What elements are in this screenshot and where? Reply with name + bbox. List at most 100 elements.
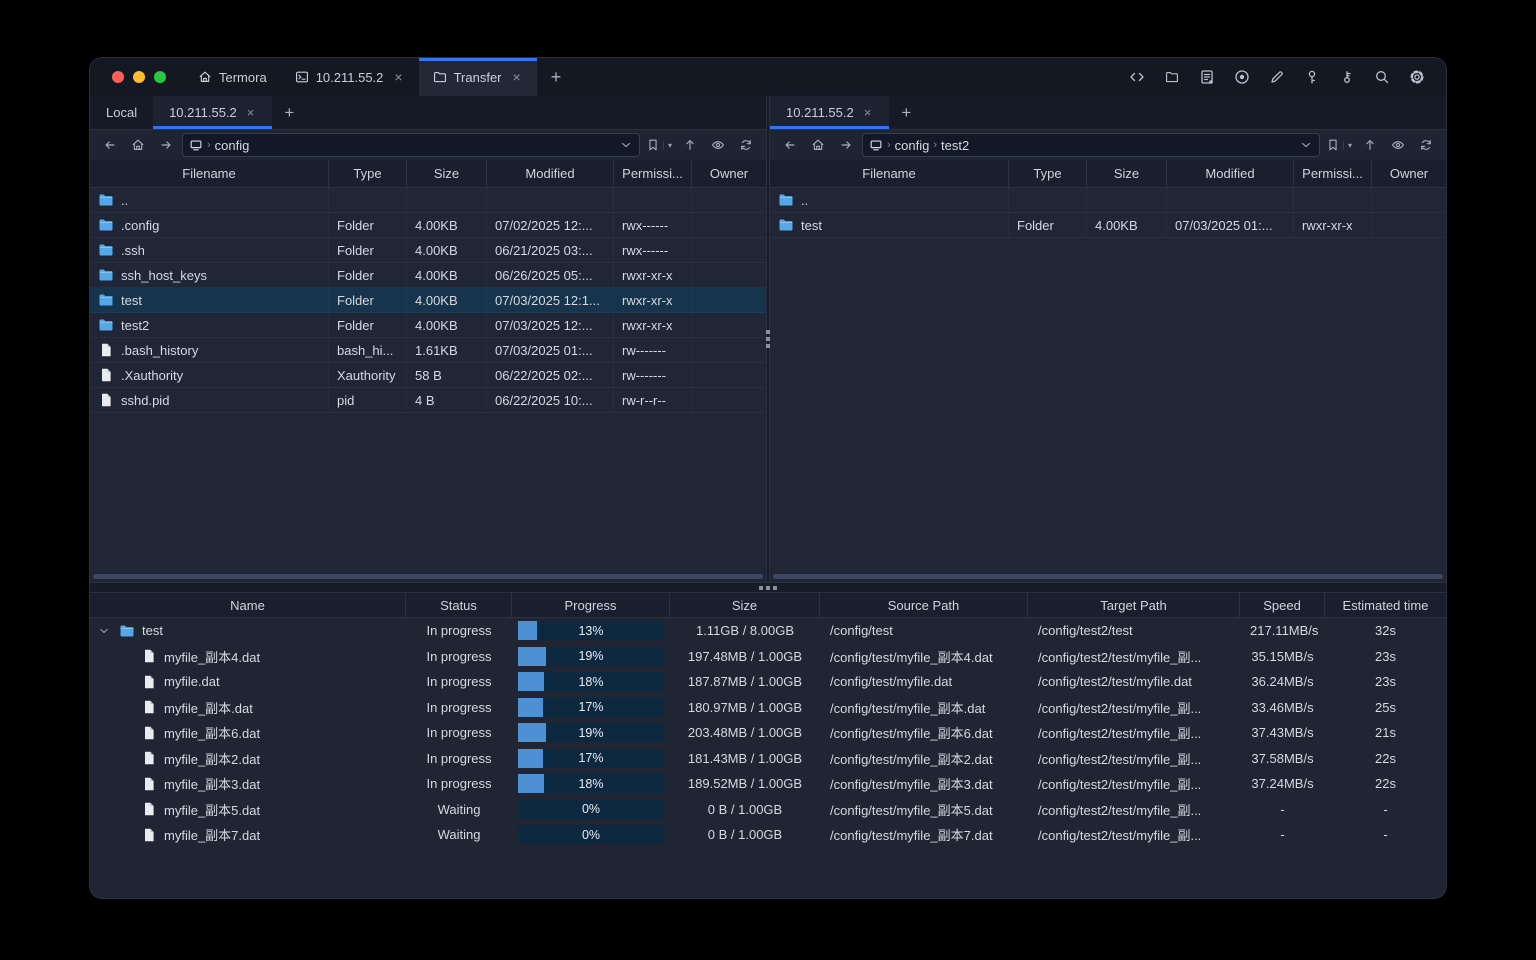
transfer-panel: Name Status Progress Size Source Path Target … [90,593,1446,898]
transfer-row-myfile_副本5.dat[interactable]: myfile_副本5.dat Waiting 0% 0 B / 1.00GB/conf… [90,797,1446,823]
close-icon[interactable]: × [511,69,523,85]
parent-dir-button[interactable] [678,133,702,157]
transfer-speed: 37.58MB/s [1251,750,1314,766]
code-icon[interactable] [1124,64,1150,90]
file-row-test2[interactable]: test2 Folder 4.00KB 07/03/2025 12:... rwxr-x… [90,313,766,338]
path-input[interactable]: › config [182,133,640,157]
file-permissions: rw------- [614,363,692,387]
file-row-ssh_host_keys[interactable]: ssh_host_keys Folder 4.00KB 06/26/2025 05:.… [90,263,766,288]
search-icon[interactable] [1369,64,1395,90]
file-row-.config[interactable]: .config Folder 4.00KB 07/02/2025 12:... rwx-… [90,213,766,238]
path-segment[interactable]: test2 [941,138,969,153]
transfer-row-myfile_副本6.dat[interactable]: myfile_副本6.dat In progress 19% 203.48MB / 1… [90,720,1446,746]
bookmark-button[interactable]: ▾ [1324,138,1354,152]
column-header-filename[interactable]: Filename [770,160,1009,187]
transfer-column-header-estimated-time[interactable]: Estimated time [1325,593,1446,617]
transfer-size: 180.97MB / 1.00GB [687,699,803,715]
file-row-.Xauthority[interactable]: .Xauthority Xauthority 58 B 06/22/2025 02:.… [90,363,766,388]
home-button[interactable] [806,133,830,157]
transfer-row-myfile.dat[interactable]: myfile.dat In progress 18% 187.87MB / 1.00G… [90,669,1446,695]
left-panel-tab-10-211-55-2[interactable]: 10.211.55.2 × [153,96,273,129]
minimize-window-button[interactable] [133,71,145,83]
column-header-type[interactable]: Type [329,160,407,187]
column-header-size[interactable]: Size [407,160,487,187]
bookmark-button[interactable]: ▾ [644,138,674,152]
column-header-type[interactable]: Type [1009,160,1087,187]
column-header-permissi[interactable]: Permissi... [1294,160,1372,187]
refresh-button[interactable] [734,133,758,157]
file-row-.ssh[interactable]: .ssh Folder 4.00KB 06/21/2025 03:... rwx----… [90,238,766,263]
left-panel-new-tab-button[interactable]: + [272,96,306,129]
transfer-row-myfile_副本2.dat[interactable]: myfile_副本2.dat In progress 17% 181.43MB / 1… [90,746,1446,772]
file-type: pid [329,388,407,412]
transfer-row-test[interactable]: test In progress 13% 1.11GB / 8.00GB/config… [90,618,1446,644]
forward-button[interactable] [834,133,858,157]
refresh-button[interactable] [1414,133,1438,157]
file-row-..[interactable]: .. [90,188,766,213]
back-button[interactable] [778,133,802,157]
file-row-test[interactable]: test Folder 4.00KB 07/03/2025 01:... rwxr-xr… [770,213,1446,238]
transfer-speed: 37.43MB/s [1251,725,1314,741]
column-header-size[interactable]: Size [1087,160,1167,187]
transfer-row-myfile_副本3.dat[interactable]: myfile_副本3.dat In progress 18% 189.52MB / 1… [90,771,1446,797]
transfer-column-header-status[interactable]: Status [406,593,512,617]
file-type: Folder [329,313,407,337]
file-row-test[interactable]: test Folder 4.00KB 07/03/2025 12:1... rwxr-x… [90,288,766,313]
close-icon[interactable]: × [245,105,257,120]
column-header-owner[interactable]: Owner [692,160,766,187]
path-segment[interactable]: config [215,138,250,153]
transfer-column-header-size[interactable]: Size [670,593,820,617]
column-header-filename[interactable]: Filename [90,160,329,187]
bookmark-caret-icon[interactable]: ▾ [1342,140,1352,150]
file-row-.bash_history[interactable]: .bash_history bash_hi... 1.61KB 07/03/2025 … [90,338,766,363]
column-header-permissi[interactable]: Permissi... [614,160,692,187]
horizontal-scrollbar[interactable] [93,574,763,579]
column-header-modified[interactable]: Modified [487,160,614,187]
zoom-window-button[interactable] [154,71,166,83]
new-main-tab-button[interactable]: + [537,58,576,96]
right-panel-new-tab-button[interactable]: + [889,96,923,129]
transfer-row-myfile_副本.dat[interactable]: myfile_副本.dat In progress 17% 180.97MB / 1.… [90,695,1446,721]
right-panel-tab-10-211-55-2[interactable]: 10.211.55.2 × [770,96,890,129]
close-icon[interactable]: × [862,105,874,120]
main-tab-transfer[interactable]: Transfer × [418,58,537,96]
folder-icon[interactable] [1159,64,1185,90]
keychain-icon[interactable] [1334,64,1360,90]
show-hidden-button[interactable] [706,133,730,157]
transfer-row-myfile_副本7.dat[interactable]: myfile_副本7.dat Waiting 0% 0 B / 1.00GB/conf… [90,822,1446,848]
record-icon[interactable] [1229,64,1255,90]
forward-button[interactable] [154,133,178,157]
settings-icon[interactable] [1404,64,1430,90]
key-icon[interactable] [1299,64,1325,90]
close-icon[interactable]: × [392,69,404,85]
transfer-column-header-progress[interactable]: Progress [512,593,670,617]
path-dropdown-chevron-icon[interactable] [619,138,633,152]
left-panel-tab-local[interactable]: Local [90,96,153,129]
transfer-column-header-name[interactable]: Name [90,593,406,617]
horizontal-splitter[interactable] [90,582,1446,593]
path-dropdown-chevron-icon[interactable] [1299,138,1313,152]
transfer-column-header-speed[interactable]: Speed [1240,593,1325,617]
horizontal-scrollbar[interactable] [773,574,1443,579]
edit-icon[interactable] [1264,64,1290,90]
path-input[interactable]: › config › test2 [862,133,1320,157]
column-header-modified[interactable]: Modified [1167,160,1294,187]
main-tab-10-211-55-2[interactable]: 10.211.55.2 × [281,58,419,96]
home-button[interactable] [126,133,150,157]
expand-chevron-icon[interactable] [96,624,112,638]
bookmark-caret-icon[interactable]: ▾ [662,140,672,150]
transfer-column-header-source-path[interactable]: Source Path [820,593,1028,617]
transfer-column-header-target-path[interactable]: Target Path [1028,593,1240,617]
file-row-..[interactable]: .. [770,188,1446,213]
close-window-button[interactable] [112,71,124,83]
main-tab-termora[interactable]: Termora [184,58,281,96]
show-hidden-button[interactable] [1386,133,1410,157]
file-row-sshd.pid[interactable]: sshd.pid pid 4 B 06/22/2025 10:... rw-r--r-- [90,388,766,413]
log-icon[interactable] [1194,64,1220,90]
column-header-owner[interactable]: Owner [1372,160,1446,187]
transfer-row-myfile_副本4.dat[interactable]: myfile_副本4.dat In progress 19% 197.48MB / 1… [90,644,1446,670]
file-name: sshd.pid [121,392,170,408]
parent-dir-button[interactable] [1358,133,1382,157]
back-button[interactable] [98,133,122,157]
path-segment[interactable]: config [895,138,930,153]
